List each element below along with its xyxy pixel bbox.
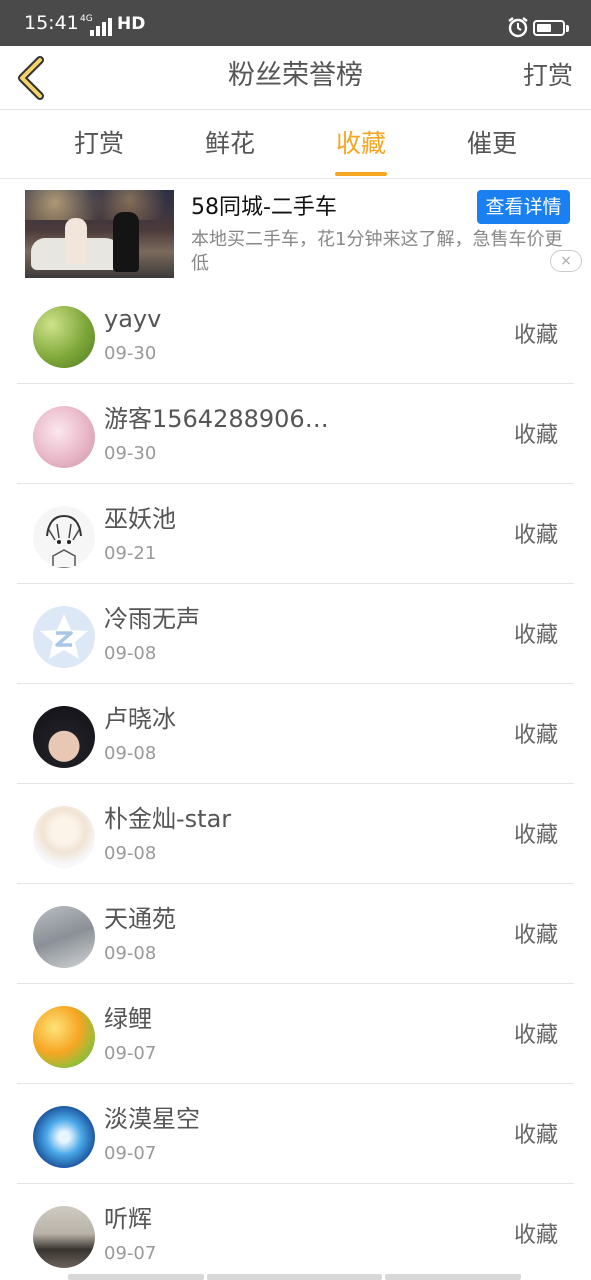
- list-item[interactable]: 绿鲤 09-07 收藏: [17, 984, 574, 1084]
- fan-name: 听辉: [104, 1205, 152, 1233]
- fan-date: 09-21: [104, 543, 157, 564]
- fan-date: 09-30: [104, 443, 157, 464]
- fan-action: 收藏: [513, 523, 558, 548]
- ad-details-button[interactable]: 查看详情: [477, 190, 570, 224]
- list-item[interactable]: 朴金灿-star 09-08 收藏: [17, 784, 574, 884]
- top-bar: 粉丝荣誉榜 打赏: [0, 46, 591, 110]
- signal-icon: [90, 18, 114, 36]
- green-leaves-avatar[interactable]: [33, 306, 95, 368]
- fan-date: 09-08: [104, 643, 157, 664]
- fan-date: 09-07: [104, 1243, 157, 1264]
- fan-date: 09-08: [104, 943, 157, 964]
- fan-date: 09-08: [104, 843, 157, 864]
- fan-date: 09-30: [104, 343, 157, 364]
- fan-action: 收藏: [513, 323, 558, 348]
- tab-flowers[interactable]: 鲜花: [175, 127, 285, 161]
- fan-name: 天通苑: [104, 905, 176, 933]
- fan-action: 收藏: [513, 1223, 558, 1248]
- fan-name: 冷雨无声: [104, 605, 200, 633]
- tab-collect[interactable]: 收藏: [306, 127, 416, 161]
- fan-name: 卢晓冰: [104, 705, 176, 733]
- reward-button[interactable]: 打赏: [523, 60, 573, 92]
- fan-action: 收藏: [513, 823, 558, 848]
- fan-name: 淡漠星空: [104, 1105, 200, 1133]
- dark-hair-boy-avatar[interactable]: [33, 706, 95, 768]
- fan-date: 09-07: [104, 1043, 157, 1064]
- list-item[interactable]: 卢晓冰 09-08 收藏: [17, 684, 574, 784]
- fan-action: 收藏: [513, 423, 558, 448]
- list-item[interactable]: 游客1564288906… 09-30 收藏: [17, 384, 574, 484]
- fan-action: 收藏: [513, 923, 558, 948]
- fan-name: 游客1564288906…: [104, 405, 329, 433]
- fan-name: 绿鲤: [104, 1005, 152, 1033]
- tab-bar: 打赏 鲜花 收藏 催更: [0, 111, 591, 179]
- ad-thumbnail[interactable]: [25, 190, 174, 278]
- pink-blossom-avatar[interactable]: [33, 406, 95, 468]
- scroll-indicator: [207, 1274, 382, 1280]
- girl-photo-avatar[interactable]: [33, 1206, 95, 1268]
- scroll-indicator: [68, 1274, 204, 1280]
- fan-action: 收藏: [513, 1123, 558, 1148]
- holding-hands-avatar[interactable]: [33, 906, 95, 968]
- list-item[interactable]: 听辉 09-07 收藏: [17, 1184, 574, 1280]
- ad-description: 本地买二手车，花1分钟来这了解，急售车价更低: [191, 229, 563, 274]
- fan-action: 收藏: [513, 723, 558, 748]
- default-qq-avatar[interactable]: [33, 606, 95, 668]
- fan-action: 收藏: [513, 623, 558, 648]
- page-title: 粉丝荣誉榜: [228, 60, 363, 91]
- status-bar: 15:41 4G HD: [0, 0, 591, 46]
- scroll-indicator: [385, 1274, 521, 1280]
- list-item[interactable]: 巫妖池 09-21 收藏: [17, 484, 574, 584]
- active-tab-indicator: [335, 172, 387, 176]
- blue-starry-avatar[interactable]: [33, 1106, 95, 1168]
- battery-icon: [533, 20, 569, 36]
- list-item[interactable]: yayv 09-30 收藏: [17, 284, 574, 384]
- ad-title[interactable]: 58同城-二手车: [191, 194, 337, 222]
- tab-reward[interactable]: 打赏: [44, 127, 154, 161]
- list-item[interactable]: 淡漠星空 09-07 收藏: [17, 1084, 574, 1184]
- fan-name: 朴金灿-star: [104, 805, 232, 833]
- light-anime-girl-avatar[interactable]: [33, 806, 95, 868]
- fan-date: 09-07: [104, 1143, 157, 1164]
- fan-name: 巫妖池: [104, 505, 176, 533]
- ad-close-icon[interactable]: ×: [550, 250, 582, 272]
- alarm-icon: [508, 17, 528, 38]
- fan-action: 收藏: [513, 1023, 558, 1048]
- fan-name: yayv: [104, 305, 162, 333]
- sketch-anime-avatar[interactable]: [33, 506, 95, 568]
- list-item[interactable]: 天通苑 09-08 收藏: [17, 884, 574, 984]
- hd-indicator: HD: [117, 14, 146, 34]
- autumn-painting-avatar[interactable]: [33, 1006, 95, 1068]
- tab-urge-update[interactable]: 催更: [437, 127, 547, 161]
- status-time: 15:41: [24, 12, 79, 34]
- list-item[interactable]: 冷雨无声 09-08 收藏: [17, 584, 574, 684]
- fan-date: 09-08: [104, 743, 157, 764]
